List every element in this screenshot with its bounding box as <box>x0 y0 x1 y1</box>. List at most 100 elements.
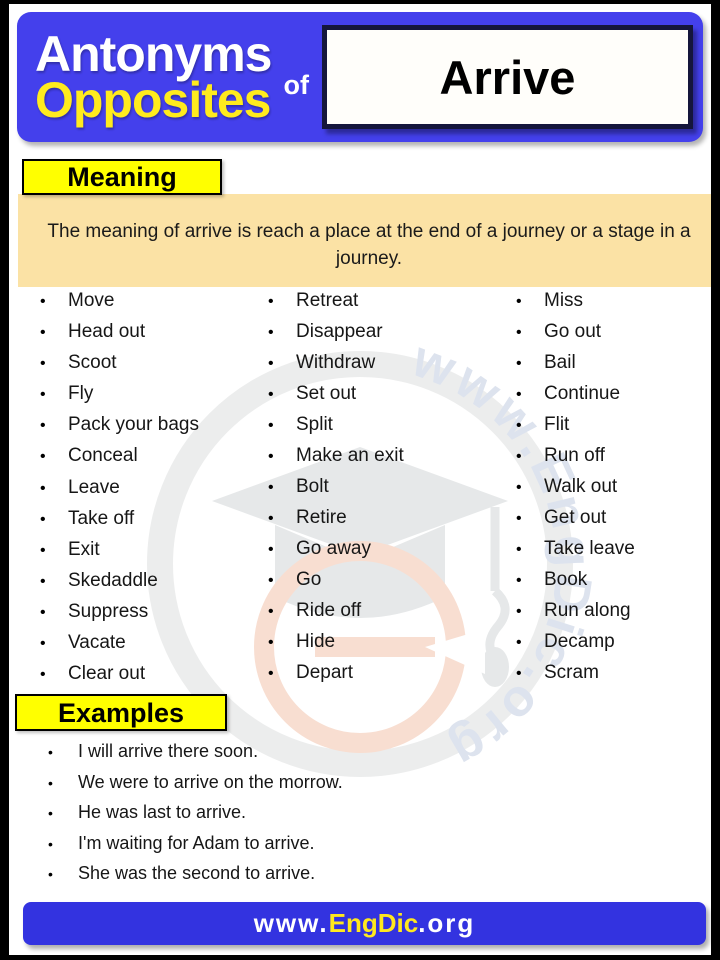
antonym-label: Go out <box>544 321 602 342</box>
bullet-icon: • <box>516 386 522 403</box>
antonym-item: • Go out <box>516 321 711 352</box>
antonym-label: Scoot <box>68 352 117 374</box>
antonym-item: • Set out <box>268 383 498 414</box>
bullet-icon: • <box>40 572 46 590</box>
bullet-icon: • <box>516 324 522 341</box>
antonym-item: • Suppress <box>40 601 250 632</box>
antonym-item: • Ride off <box>268 600 498 631</box>
bullet-icon: • <box>48 744 53 760</box>
bullet-icon: • <box>40 293 46 310</box>
antonym-item: • Go <box>268 569 498 600</box>
meaning-section-tag: Meaning <box>22 159 222 195</box>
antonyms-column-1: • Move • Head out • Scoot • Fly • Pack your bags •… <box>18 290 250 694</box>
antonym-item: • Book <box>516 569 711 600</box>
bullet-icon: • <box>268 572 274 589</box>
bullet-icon: • <box>268 448 274 465</box>
bullet-icon: • <box>40 635 46 653</box>
bullet-icon: • <box>516 293 522 310</box>
antonym-label: Conceal <box>68 445 138 467</box>
antonym-item: • Make an exit <box>268 445 498 476</box>
antonym-label: Retire <box>296 507 347 528</box>
antonym-item: • Run along <box>516 600 711 631</box>
bullet-icon: • <box>516 479 522 496</box>
antonym-item: • Retire <box>268 507 498 538</box>
bullet-icon: • <box>48 835 53 852</box>
bullet-icon: • <box>268 510 274 527</box>
bullet-icon: • <box>516 417 522 434</box>
examples-list: • I will arrive there soon. • We were to ar… <box>18 741 711 894</box>
antonym-label: Fly <box>68 383 94 405</box>
antonym-label: Scram <box>544 662 599 683</box>
footer-banner[interactable]: www.EngDic.org <box>23 902 706 945</box>
antonym-item: • Withdraw <box>268 352 498 383</box>
page-title-opposites: Opposites <box>35 72 271 128</box>
antonym-label: Flit <box>544 414 570 435</box>
antonym-item: • Retreat <box>268 290 498 321</box>
antonym-item: • Fly <box>40 383 250 414</box>
antonym-item: • Scram <box>516 662 711 693</box>
bullet-icon: • <box>40 448 46 466</box>
antonym-label: Ride off <box>296 600 362 621</box>
antonym-item: • Head out <box>40 321 250 352</box>
bullet-icon: • <box>40 386 46 404</box>
bullet-icon: • <box>516 510 522 527</box>
bullet-icon: • <box>268 541 274 558</box>
target-word-box: Arrive <box>321 25 693 129</box>
antonym-label: Run along <box>544 600 631 621</box>
example-sentence: She was the second to arrive. <box>78 863 316 883</box>
antonym-item: • Take leave <box>516 538 711 569</box>
antonym-item: • Hide <box>268 631 498 662</box>
antonym-item: • Continue <box>516 383 711 414</box>
antonym-label: Go <box>296 569 322 590</box>
antonym-label: Continue <box>544 383 621 404</box>
bullet-icon: • <box>40 541 46 559</box>
example-item: • I will arrive there soon. <box>48 741 711 772</box>
examples-section-tag: Examples <box>15 694 227 731</box>
antonym-label: Go away <box>296 538 371 559</box>
site-url: www.EngDic.org <box>254 908 476 939</box>
bullet-icon: • <box>48 805 53 821</box>
antonym-item: • Bail <box>516 352 711 383</box>
antonym-label: Clear out <box>68 663 146 685</box>
bullet-icon: • <box>40 510 46 528</box>
meaning-panel: The meaning of arrive is reach a place a… <box>18 194 711 287</box>
antonym-label: Pack your bags <box>68 414 199 436</box>
antonym-item: • Depart <box>268 662 498 693</box>
page-title-antonyms: Antonyms <box>35 26 272 82</box>
antonym-label: Take leave <box>544 538 635 559</box>
antonym-item: • Run off <box>516 445 711 476</box>
meaning-text: The meaning of arrive is reach a place a… <box>47 221 691 270</box>
header-title-group: Antonyms Opposites <box>35 26 272 128</box>
antonym-item: • Get out <box>516 507 711 538</box>
bullet-icon: • <box>268 603 274 620</box>
bullet-icon: • <box>40 479 46 497</box>
antonym-item: • Flit <box>516 414 711 445</box>
antonym-item: • Disappear <box>268 321 498 352</box>
bullet-icon: • <box>48 774 53 791</box>
antonym-label: Decamp <box>544 631 615 652</box>
antonym-item: • Scoot <box>40 352 250 383</box>
antonym-item: • Go away <box>268 538 498 569</box>
bullet-icon: • <box>516 665 522 682</box>
antonym-item: • Skedaddle <box>40 570 250 601</box>
antonym-item: • Leave <box>40 477 250 508</box>
antonym-label: Disappear <box>296 321 383 342</box>
bullet-icon: • <box>516 603 522 620</box>
antonym-label: Withdraw <box>296 352 376 373</box>
antonym-label: Vacate <box>68 632 126 654</box>
antonym-label: Bolt <box>296 476 329 497</box>
header-connector: of <box>283 69 309 100</box>
site-url-prefix: www. <box>253 908 329 938</box>
bullet-icon: • <box>268 665 274 682</box>
bullet-icon: • <box>268 386 274 403</box>
target-word: Arrive <box>439 50 576 104</box>
example-item: • He was last to arrive. <box>48 802 711 833</box>
bullet-icon: • <box>268 479 274 496</box>
bullet-icon: • <box>516 448 522 465</box>
bullet-icon: • <box>268 324 274 341</box>
header-banner: Antonyms Opposites of Arrive <box>17 12 703 142</box>
site-url-brand: EngDic <box>328 908 419 938</box>
bullet-icon: • <box>516 572 522 589</box>
example-sentence: We were to arrive on the morrow. <box>78 771 343 792</box>
example-sentence: He was last to arrive. <box>78 802 247 822</box>
